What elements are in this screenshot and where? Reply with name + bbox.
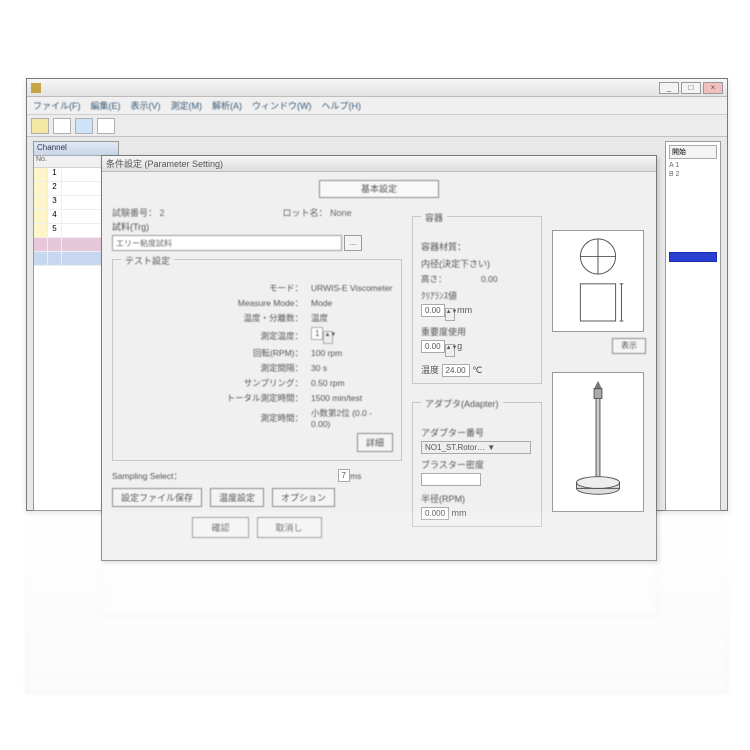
test-group-label: テスト設定 bbox=[121, 256, 174, 266]
dialog-title[interactable]: 条件設定 (Parameter Setting) bbox=[102, 156, 656, 172]
sampling-input[interactable]: 7 bbox=[338, 469, 350, 482]
spinner-icon[interactable]: ▲▼ bbox=[323, 331, 333, 344]
close-button[interactable]: × bbox=[703, 82, 723, 94]
clearance-input[interactable]: 0.00 bbox=[421, 304, 445, 317]
menu-window[interactable]: ウィンドウ(W) bbox=[252, 99, 312, 112]
option-button[interactable]: オプション bbox=[272, 488, 335, 507]
spinner-icon[interactable]: ▲▼ bbox=[445, 344, 455, 357]
sample-input[interactable] bbox=[112, 235, 342, 251]
spinner-icon[interactable]: ▲▼ bbox=[445, 308, 455, 321]
menu-analysis[interactable]: 解析(A) bbox=[212, 99, 242, 112]
toolbar-button-3[interactable] bbox=[75, 118, 93, 134]
toolbar-button-4[interactable] bbox=[97, 118, 115, 134]
menubar: ファイル(F) 編集(E) 表示(V) 測定(M) 解析(A) ウィンドウ(W)… bbox=[27, 97, 727, 115]
count-input[interactable]: 1 bbox=[311, 327, 323, 340]
container-diagram bbox=[552, 230, 644, 332]
menu-measure[interactable]: 測定(M) bbox=[171, 99, 203, 112]
titlebar[interactable]: _ □ × bbox=[27, 79, 727, 97]
selected-bar[interactable] bbox=[669, 252, 717, 262]
container-group: 容器 容器材質： 内径(決定下さい) 高さ：0.00 ｸﾘｱﾗﾝｽ値 0.00▲… bbox=[412, 216, 542, 384]
amount-input[interactable]: 0.00 bbox=[421, 340, 445, 353]
menu-file[interactable]: ファイル(F) bbox=[33, 99, 81, 112]
adapter-group: アダプタ(Adapter) アダプター番号 NO1_ST.Rotor… ▼ ブラ… bbox=[412, 402, 542, 527]
parameter-dialog: 条件設定 (Parameter Setting) 基本設定 試験番号： 2 ロッ… bbox=[101, 155, 657, 561]
test-settings-group: テスト設定 モード：URWIS-E Viscometer Measure Mod… bbox=[112, 259, 402, 461]
panel-row: A 1 bbox=[669, 162, 717, 169]
browse-button[interactable]: ... bbox=[344, 235, 362, 251]
toolbar-button-1[interactable] bbox=[31, 118, 49, 134]
detail-button[interactable]: 詳細 bbox=[357, 433, 393, 452]
channel-panel-title[interactable]: Channel bbox=[34, 142, 118, 156]
temp-input[interactable]: 24.00 bbox=[442, 364, 470, 377]
menu-view[interactable]: 表示(V) bbox=[131, 99, 161, 112]
save-settings-button[interactable]: 設定ファイル保存 bbox=[112, 488, 202, 507]
sampling-label: Sampling Select： bbox=[112, 470, 338, 482]
toolbar bbox=[27, 115, 727, 137]
panel-row: B 2 bbox=[669, 171, 717, 178]
aux-input[interactable] bbox=[421, 473, 481, 486]
right-panel: 開始 A 1 B 2 bbox=[665, 141, 721, 511]
maximize-button[interactable]: □ bbox=[681, 82, 701, 94]
adapter-select[interactable]: NO1_ST.Rotor… ▼ bbox=[421, 441, 531, 454]
app-window: _ □ × ファイル(F) 編集(E) 表示(V) 測定(M) 解析(A) ウィ… bbox=[26, 78, 728, 511]
toolbar-button-2[interactable] bbox=[53, 118, 71, 134]
basic-settings-button[interactable]: 基本設定 bbox=[319, 180, 439, 198]
reflection bbox=[26, 513, 728, 693]
display-button[interactable]: 表示 bbox=[612, 338, 646, 354]
menu-edit[interactable]: 編集(E) bbox=[91, 99, 121, 112]
menu-help[interactable]: ヘルプ(H) bbox=[322, 99, 362, 112]
adapter-diagram bbox=[552, 372, 644, 512]
minimize-button[interactable]: _ bbox=[659, 82, 679, 94]
main-area: Channel No. 1 2 3 4 5 開始 A 1 B 2 bbox=[27, 137, 727, 510]
app-icon bbox=[31, 83, 41, 93]
start-button[interactable]: 開始 bbox=[669, 145, 717, 159]
sample-label: 試料(Trg) bbox=[112, 220, 402, 233]
temp-settings-button[interactable]: 温度設定 bbox=[210, 488, 264, 507]
